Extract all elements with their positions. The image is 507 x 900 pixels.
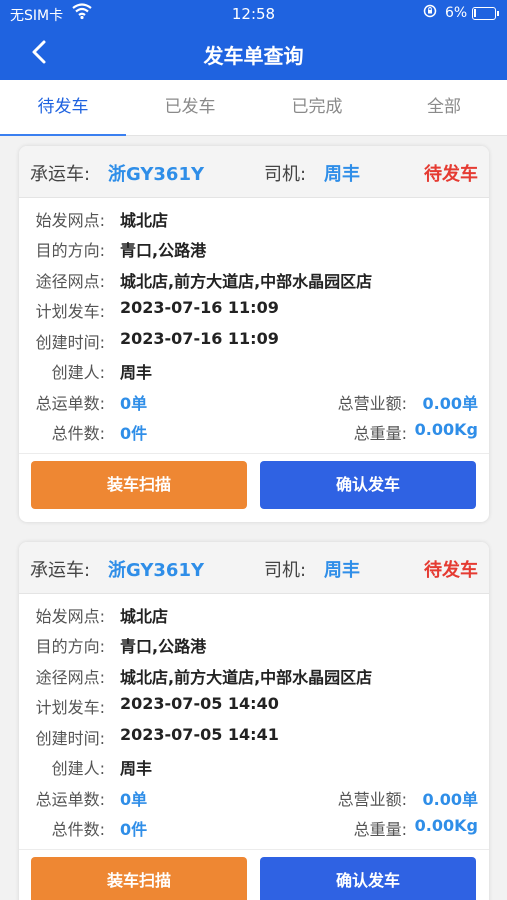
dispatch-card: 承运车: 浙GY361Y 司机: 周丰 待发车 始发网点: 城北店 目的方向: 青口… [19, 542, 489, 900]
vehicle-plate: 浙GY361Y [108, 164, 205, 185]
load-scan-button[interactable]: 装车扫描 [31, 857, 247, 900]
page-title: 发车单查询 [203, 44, 304, 68]
planned-row: 计划发车: 2023-07-05 14:40 [35, 694, 279, 717]
creator-row: 创建人: 周丰 [51, 759, 153, 778]
via-row: 途径网点: 城北店,前方大道店,中部水晶园区店 [35, 272, 373, 291]
app-header: 无SIM卡 12:58 6% 发车单查询 [0, 0, 507, 80]
pieces-weight-row: 总件数: 0件 总重量: 0.00Kg [51, 816, 478, 839]
status-bar: 无SIM卡 12:58 6% [0, 0, 507, 28]
driver-name: 周丰 [324, 164, 360, 185]
planned-row: 计划发车: 2023-07-16 11:09 [35, 298, 279, 321]
status-tabs: 待发车 已发车 已完成 全部 [0, 80, 507, 136]
tab-pending[interactable]: 待发车 [0, 80, 126, 136]
origin-row: 始发网点: 城北店 [35, 211, 169, 230]
orders-revenue-row: 总运单数: 0单 总营业额: 0.00单 [35, 790, 478, 809]
divider [19, 453, 489, 454]
load-scan-button[interactable]: 装车扫描 [31, 461, 247, 509]
origin-row: 始发网点: 城北店 [35, 607, 169, 626]
card-header: 承运车: 浙GY361Y 司机: 周丰 待发车 [19, 146, 489, 198]
creator-row: 创建人: 周丰 [51, 363, 153, 382]
created-row: 创建时间: 2023-07-05 14:41 [35, 725, 279, 748]
battery-icon [472, 7, 499, 20]
pieces-weight-row: 总件数: 0件 总重量: 0.00Kg [51, 420, 478, 443]
confirm-depart-button[interactable]: 确认发车 [260, 857, 476, 900]
direction-row: 目的方向: 青口,公路港 [35, 241, 207, 260]
dispatch-card: 承运车: 浙GY361Y 司机: 周丰 待发车 始发网点: 城北店 目的方向: 青口… [19, 146, 489, 522]
battery-percent: 6% [445, 5, 468, 21]
driver-name: 周丰 [324, 560, 360, 581]
vehicle-plate: 浙GY361Y [108, 560, 205, 581]
tab-all[interactable]: 全部 [381, 80, 507, 136]
created-row: 创建时间: 2023-07-16 11:09 [35, 329, 279, 352]
tab-departed[interactable]: 已发车 [127, 80, 253, 136]
orientation-lock-icon [423, 4, 437, 21]
divider [19, 849, 489, 850]
confirm-depart-button[interactable]: 确认发车 [260, 461, 476, 509]
status-badge: 待发车 [424, 560, 478, 581]
carrier-label: 承运车: [30, 560, 91, 581]
via-row: 途径网点: 城北店,前方大道店,中部水晶园区店 [35, 668, 373, 687]
card-header: 承运车: 浙GY361Y 司机: 周丰 待发车 [19, 542, 489, 594]
driver-label: 司机: [264, 164, 307, 185]
battery-level [474, 9, 476, 17]
status-badge: 待发车 [424, 164, 478, 185]
carrier-label: 承运车: [30, 164, 91, 185]
direction-row: 目的方向: 青口,公路港 [35, 637, 207, 656]
driver-label: 司机: [264, 560, 307, 581]
tab-completed[interactable]: 已完成 [254, 80, 380, 136]
orders-revenue-row: 总运单数: 0单 总营业额: 0.00单 [35, 394, 478, 413]
